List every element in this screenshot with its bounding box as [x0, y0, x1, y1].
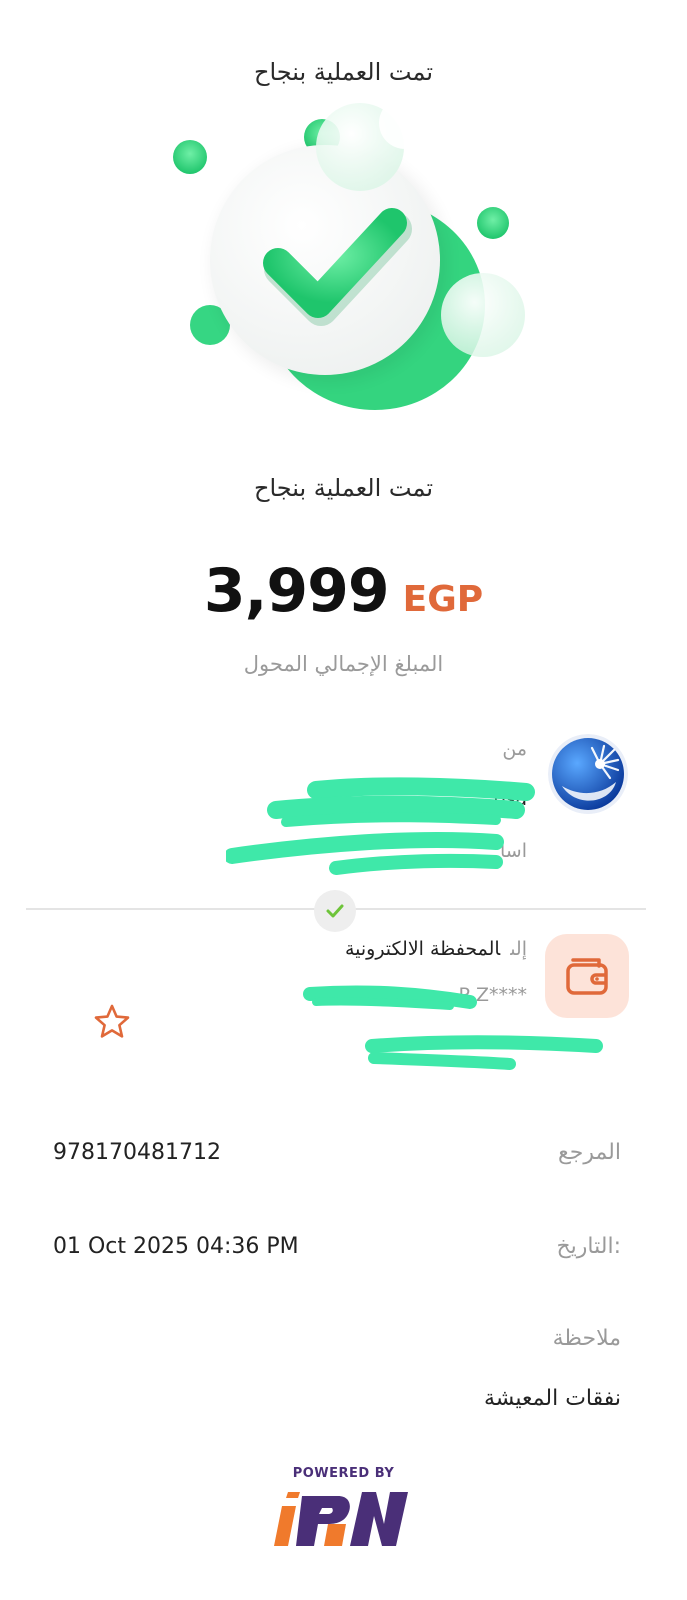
- check-icon: [314, 890, 356, 932]
- star-icon[interactable]: [92, 1002, 132, 1042]
- amount-caption: المبلغ الإجمالي المحول: [243, 652, 444, 676]
- status-title: تمت العملية بنجاح: [253, 474, 434, 502]
- wallet-icon: [545, 934, 629, 1018]
- receiver-masked-name: P Z****: [458, 984, 527, 1006]
- sender-name-ar: اسا: [500, 840, 527, 862]
- redaction-scribble: [226, 777, 535, 875]
- reference-value: 978170481712: [53, 1140, 221, 1165]
- receiver-row: إلى المحفظة الالكترونية: [345, 938, 527, 960]
- powered-by-label: POWERED BY: [292, 1466, 395, 1481]
- note-label: ملاحظة: [552, 1326, 621, 1351]
- date-label: التاريخ:: [556, 1234, 621, 1259]
- ipn-logo: [266, 1484, 416, 1554]
- note-value: نفقات المعيشة: [484, 1386, 621, 1411]
- success-check-icon: [160, 95, 540, 435]
- reference-label: المرجع: [558, 1140, 621, 1165]
- page-title: تمت العملية بنجاح: [253, 58, 434, 86]
- amount-currency: EGP: [402, 579, 484, 620]
- from-label: من: [502, 738, 527, 760]
- to-label: إلى: [510, 938, 527, 960]
- wallet-name: المحفظة الالكترونية: [344, 938, 501, 960]
- amount-value: 3,999: [203, 556, 390, 626]
- sender-name-en: osa: [493, 788, 527, 810]
- date-value: 01 Oct 2025 04:36 PM: [53, 1234, 299, 1259]
- bank-logo-icon: [548, 734, 628, 814]
- amount-row: 3,999 EGP: [0, 556, 687, 626]
